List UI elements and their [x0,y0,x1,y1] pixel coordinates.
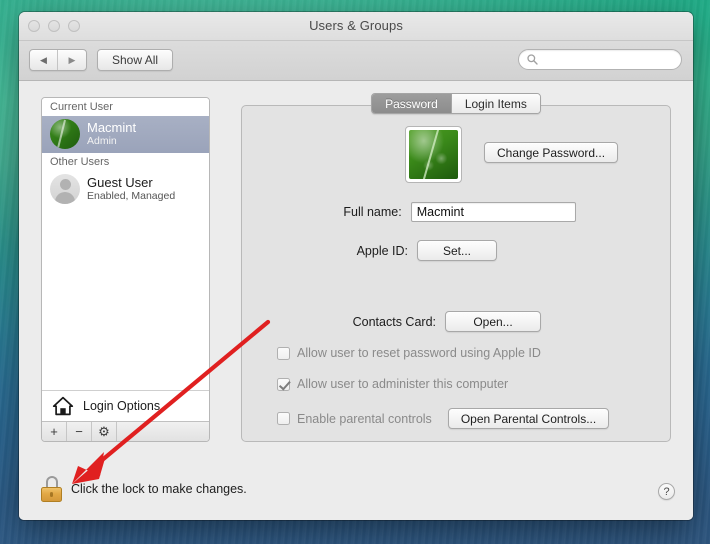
sidebar-item-login-options[interactable]: Login Options [42,390,209,421]
checkbox-box[interactable] [277,377,290,391]
contacts-card-row: Contacts Card: Open... [326,311,541,332]
lock-body [41,487,62,502]
help-button[interactable]: ? [658,483,675,500]
user-name: Macmint [87,119,137,135]
full-name-label: Full name: [343,205,402,219]
show-all-button[interactable]: Show All [97,49,174,71]
user-picture[interactable] [405,126,462,183]
checkbox-administer-computer[interactable]: Allow user to administer this computer [277,377,508,391]
checkbox-box[interactable] [277,346,290,360]
lock-closed-icon[interactable] [41,476,62,502]
tab-login-items[interactable]: Login Items [450,94,540,113]
change-password-button[interactable]: Change Password... [484,142,619,163]
window-titlebar[interactable]: Users & Groups [19,12,693,41]
sidebar-empty-space [42,208,209,390]
users-and-groups-window: Users & Groups ◀ ▶ Show All Current User… [19,12,693,520]
apple-id-label: Apple ID: [356,243,408,258]
window-footer: Click the lock to make changes. ? [19,460,693,520]
settings-gear-button[interactable]: ⚙ [92,422,117,441]
search-field[interactable] [518,49,682,70]
sidebar-item-guest-user[interactable]: Guest User Enabled, Managed [42,171,209,208]
apple-id-set-button[interactable]: Set... [417,240,497,261]
tab-bar: Password Login Items [241,93,671,114]
user-status: Enabled, Managed [87,190,176,203]
avatar [50,119,80,149]
sidebar-item-macmint[interactable]: Macmint Admin [42,116,209,153]
search-icon [527,54,538,65]
checkbox-box[interactable] [277,412,290,425]
login-options-label: Login Options [83,399,161,413]
apple-id-row: Apple ID: Set... [326,240,497,261]
full-name-field[interactable] [410,202,576,222]
checkbox-reset-password[interactable]: Allow user to reset password using Apple… [277,346,541,360]
password-panel: Change Password... Full name: Apple ID: … [241,105,671,442]
preferences-toolbar: ◀ ▶ Show All [19,41,693,81]
user-text: Macmint Admin [87,119,137,148]
lock-hint-text: Click the lock to make changes. [71,482,247,496]
full-name-input[interactable] [416,205,570,219]
checkbox-label: Allow user to reset password using Apple… [297,346,541,360]
checkbox-label: Allow user to administer this computer [297,377,509,391]
open-parental-controls-button[interactable]: Open Parental Controls... [447,408,610,429]
user-text: Guest User Enabled, Managed [87,174,176,203]
sidebar-toolbar: + − ⚙ [42,421,209,441]
change-password-row: Change Password... [484,142,619,163]
contacts-card-label: Contacts Card: [352,314,436,329]
home-icon [52,396,74,416]
user-role: Admin [87,135,117,148]
checkbox-parental-controls[interactable]: Enable parental controls Open Parental C… [277,408,610,429]
forward-button[interactable]: ▶ [58,50,86,70]
add-user-button[interactable]: + [42,422,67,441]
window-body: Current User Macmint Admin Other Users G… [19,81,693,520]
nav-segmented-control: ◀ ▶ [29,49,87,71]
remove-user-button[interactable]: − [67,422,92,441]
contacts-card-open-button[interactable]: Open... [445,311,541,332]
checkbox-label: Enable parental controls [297,411,432,426]
group-header-current-user: Current User [42,98,209,116]
lock-control[interactable]: Click the lock to make changes. [41,476,247,502]
user-list-sidebar: Current User Macmint Admin Other Users G… [41,97,210,442]
tab-group: Password Login Items [371,93,541,114]
full-name-row: Full name: [326,202,576,222]
search-input[interactable] [542,53,662,66]
tab-password[interactable]: Password [372,94,451,113]
back-button[interactable]: ◀ [30,50,58,70]
avatar [50,174,80,204]
user-picture-image [409,130,458,179]
group-header-other-users: Other Users [42,153,209,171]
window-title: Users & Groups [309,18,403,33]
user-name: Guest User [87,174,153,190]
